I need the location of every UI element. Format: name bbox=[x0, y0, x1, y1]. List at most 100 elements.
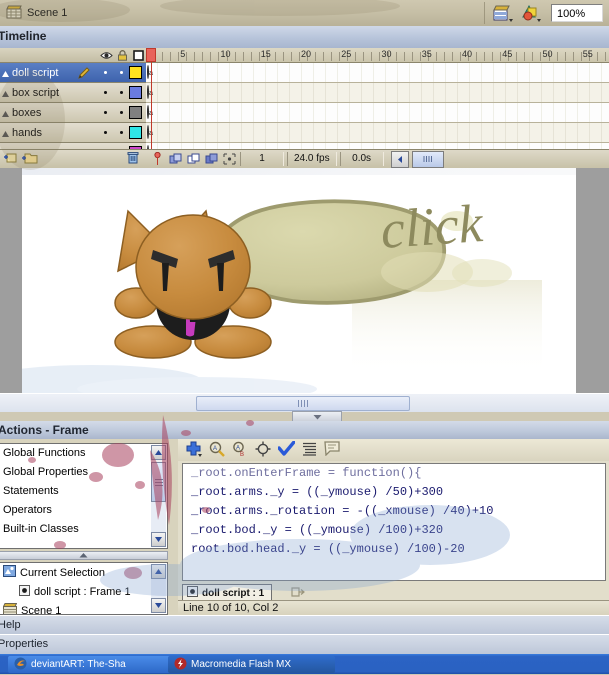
toolbox-scroll-track[interactable] bbox=[151, 502, 166, 532]
layer-row[interactable]: box script bbox=[0, 83, 146, 103]
scroll-up-button[interactable] bbox=[151, 445, 166, 460]
code-line[interactable]: _root.arms._rotation = -((_xmouse) /40)+… bbox=[183, 502, 605, 521]
help-panel-header[interactable]: Help bbox=[0, 615, 609, 636]
layer-type-icon bbox=[2, 69, 9, 77]
layer-outline-color[interactable] bbox=[129, 86, 142, 99]
outline-icon[interactable] bbox=[130, 49, 146, 61]
edit-multiple-frames-icon[interactable] bbox=[204, 152, 219, 166]
taskbar-item-deviantart[interactable]: deviantART: The-Sha bbox=[8, 656, 175, 673]
timeline-panel-title[interactable]: Timeline bbox=[0, 26, 609, 49]
stage-area[interactable]: click bbox=[0, 168, 609, 393]
edit-scene-button[interactable] bbox=[489, 3, 517, 23]
code-line[interactable]: _root.bod._y = ((_ymouse) /100)+320 bbox=[183, 521, 605, 540]
layer-outline-color[interactable] bbox=[129, 126, 142, 139]
ruler-tick bbox=[556, 52, 558, 61]
frame-row[interactable]: a bbox=[146, 123, 609, 143]
new-layer-icon[interactable] bbox=[3, 151, 19, 168]
tree-node-current-selection[interactable]: Current Selection bbox=[0, 563, 167, 582]
frame-ruler[interactable]: 1510152025303540455055 bbox=[146, 48, 609, 63]
show-code-hint-icon[interactable] bbox=[324, 441, 340, 459]
ruler-number: 50 bbox=[542, 49, 553, 59]
nav-scroll-track[interactable] bbox=[151, 579, 166, 598]
ruler-tick bbox=[516, 52, 518, 61]
layer-outline-color[interactable] bbox=[129, 66, 142, 79]
actions-panel: Global Functions Global Properties Stateme… bbox=[0, 439, 609, 616]
frame-row[interactable]: a bbox=[146, 63, 609, 83]
tree-node-doll-script[interactable]: doll script : Frame 1 bbox=[0, 582, 167, 601]
ruler-number: 30 bbox=[381, 49, 392, 59]
navigator-scrollbar[interactable] bbox=[151, 564, 166, 613]
tree-node-scene-1[interactable]: Scene 1 bbox=[0, 601, 167, 614]
svg-text:B: B bbox=[240, 452, 244, 457]
frame-row[interactable]: a bbox=[146, 103, 609, 123]
layer-outline-color[interactable] bbox=[129, 106, 142, 119]
actionscript-code-editor[interactable]: _root.onEnterFrame = function(){_root.ar… bbox=[182, 463, 606, 581]
timeline-scrubber[interactable] bbox=[411, 150, 444, 168]
auto-format-icon[interactable] bbox=[302, 442, 317, 459]
layer-lock-toggle[interactable] bbox=[113, 107, 129, 119]
toolbox-category[interactable]: Built-in Classes bbox=[0, 520, 167, 539]
add-statement-icon[interactable] bbox=[186, 441, 202, 460]
modify-onion-markers-icon[interactable] bbox=[150, 152, 165, 166]
toolbox-category[interactable]: Statements bbox=[0, 482, 167, 501]
code-line[interactable]: _root.onEnterFrame = function(){ bbox=[183, 464, 605, 483]
layer-visibility-toggle[interactable] bbox=[97, 67, 113, 79]
actions-toolbox-list[interactable]: Global Functions Global Properties Stateme… bbox=[0, 443, 168, 549]
stage-canvas[interactable]: click bbox=[22, 175, 576, 393]
frame-row[interactable]: a bbox=[146, 83, 609, 103]
ruler-tick bbox=[274, 52, 276, 61]
scroll-down-button[interactable] bbox=[151, 532, 166, 547]
layer-row[interactable]: hands bbox=[0, 123, 146, 143]
layer-visibility-toggle[interactable] bbox=[97, 107, 113, 119]
toolbox-category[interactable]: Global Properties bbox=[0, 463, 167, 482]
find-icon[interactable]: A bbox=[209, 441, 225, 460]
layer-row[interactable]: boxes bbox=[0, 103, 146, 123]
script-navigator-tree[interactable]: Current Selection doll script : Frame 1 bbox=[0, 562, 168, 615]
toolbox-scroll-thumb[interactable] bbox=[151, 462, 166, 502]
ruler-tick bbox=[234, 52, 236, 61]
check-syntax-icon[interactable] bbox=[277, 440, 296, 459]
new-folder-icon[interactable] bbox=[21, 151, 38, 168]
frame-rows[interactable]: aaaaa bbox=[146, 63, 609, 163]
scrollbar-thumb[interactable] bbox=[196, 396, 410, 411]
onion-skin-outline-icon[interactable] bbox=[186, 152, 201, 166]
actions-panel-title[interactable]: Actions - Frame bbox=[0, 421, 609, 440]
insert-target-path-icon[interactable] bbox=[255, 441, 271, 460]
ruler-tick bbox=[540, 52, 542, 61]
nav-scroll-up-button[interactable] bbox=[151, 564, 166, 579]
code-line[interactable]: root.bod.head._y = ((_ymouse) /100)-20 bbox=[183, 540, 605, 559]
edit-bar: Scene 1 100% bbox=[0, 0, 609, 27]
script-tab-doll-script[interactable]: doll script : 1 bbox=[182, 584, 273, 601]
eye-icon[interactable] bbox=[98, 51, 114, 60]
pin-script-button[interactable] bbox=[290, 585, 305, 599]
toolbox-category[interactable]: Operators bbox=[0, 501, 167, 520]
stage-horizontal-scrollbar[interactable] bbox=[0, 393, 609, 412]
onion-skin-icon[interactable] bbox=[168, 152, 183, 166]
playhead[interactable] bbox=[146, 48, 156, 62]
layer-lock-toggle[interactable] bbox=[113, 67, 129, 79]
layer-visibility-toggle[interactable] bbox=[97, 87, 113, 99]
layer-visibility-toggle[interactable] bbox=[97, 127, 113, 139]
lock-icon[interactable] bbox=[114, 49, 130, 61]
replace-icon[interactable]: A B bbox=[232, 441, 248, 460]
layer-lock-toggle[interactable] bbox=[113, 127, 129, 139]
center-frame-icon[interactable] bbox=[222, 152, 237, 166]
layer-row[interactable]: doll script bbox=[0, 63, 146, 83]
prev-frame-button[interactable] bbox=[390, 150, 409, 168]
toolbox-category[interactable]: Global Functions bbox=[0, 444, 167, 463]
timeline-frames[interactable]: 1510152025303540455055 aaaaa bbox=[146, 48, 609, 168]
zoom-level-input[interactable]: 100% bbox=[551, 4, 603, 22]
layer-lock-toggle[interactable] bbox=[113, 87, 129, 99]
scene-breadcrumb[interactable]: Scene 1 bbox=[6, 5, 67, 22]
frame-rate-field[interactable]: 24.0 fps bbox=[287, 152, 337, 166]
trash-icon[interactable] bbox=[127, 151, 139, 167]
ruler-tick bbox=[162, 52, 164, 61]
code-line[interactable]: _root.arms._y = ((_ymouse) /50)+300 bbox=[183, 483, 605, 502]
nav-scroll-down-button[interactable] bbox=[151, 598, 166, 613]
current-frame-field[interactable]: 1 bbox=[240, 152, 284, 166]
properties-panel-header[interactable]: Properties bbox=[0, 634, 609, 656]
taskbar-item-flash[interactable]: Macromedia Flash MX bbox=[168, 656, 335, 673]
edit-symbol-button[interactable] bbox=[517, 3, 545, 23]
sidebar-splitter[interactable] bbox=[0, 551, 168, 560]
toolbox-scrollbar[interactable] bbox=[151, 445, 166, 547]
